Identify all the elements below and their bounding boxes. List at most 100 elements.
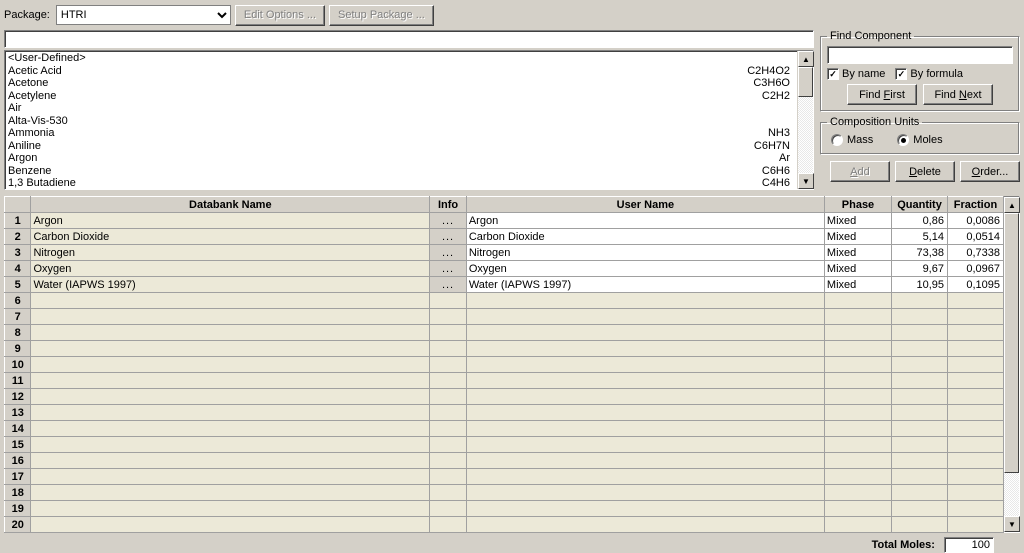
quantity-cell[interactable] xyxy=(892,357,948,373)
table-row[interactable]: 19 xyxy=(5,501,1004,517)
table-row[interactable]: 3Nitrogen...NitrogenMixed73,380,7338 xyxy=(5,245,1004,261)
databank-cell[interactable] xyxy=(31,357,430,373)
quantity-cell[interactable]: 73,38 xyxy=(892,245,948,261)
table-row[interactable]: 18 xyxy=(5,485,1004,501)
info-cell[interactable] xyxy=(430,469,467,485)
databank-cell[interactable] xyxy=(31,437,430,453)
databank-cell[interactable] xyxy=(31,501,430,517)
fraction-cell[interactable]: 0,1095 xyxy=(947,277,1003,293)
quantity-cell[interactable] xyxy=(892,389,948,405)
databank-cell[interactable] xyxy=(31,309,430,325)
phase-cell[interactable]: Mixed xyxy=(824,213,891,229)
table-row[interactable]: 9 xyxy=(5,341,1004,357)
list-item[interactable]: ArgonAr xyxy=(8,152,794,165)
quantity-cell[interactable] xyxy=(892,485,948,501)
fraction-cell[interactable]: 0,7338 xyxy=(947,245,1003,261)
row-number[interactable]: 2 xyxy=(5,229,31,245)
info-cell[interactable] xyxy=(430,421,467,437)
scroll-up-icon[interactable]: ▲ xyxy=(798,51,814,67)
fraction-cell[interactable] xyxy=(947,469,1003,485)
quantity-cell[interactable] xyxy=(892,501,948,517)
row-number[interactable]: 9 xyxy=(5,341,31,357)
user-cell[interactable]: Nitrogen xyxy=(466,245,824,261)
col-phase[interactable]: Phase xyxy=(824,197,891,213)
phase-cell[interactable] xyxy=(824,453,891,469)
table-row[interactable]: 11 xyxy=(5,373,1004,389)
user-cell[interactable] xyxy=(466,501,824,517)
list-item[interactable]: <User-Defined> xyxy=(8,52,794,65)
user-cell[interactable] xyxy=(466,325,824,341)
info-cell[interactable] xyxy=(430,485,467,501)
info-cell[interactable] xyxy=(430,501,467,517)
table-row[interactable]: 12 xyxy=(5,389,1004,405)
col-fraction[interactable]: Fraction xyxy=(947,197,1003,213)
quantity-cell[interactable]: 9,67 xyxy=(892,261,948,277)
list-scrollbar[interactable]: ▲ ▼ xyxy=(797,51,813,189)
info-cell[interactable] xyxy=(430,437,467,453)
user-cell[interactable]: Argon xyxy=(466,213,824,229)
phase-cell[interactable] xyxy=(824,293,891,309)
fraction-cell[interactable]: 0,0514 xyxy=(947,229,1003,245)
col-info[interactable]: Info xyxy=(430,197,467,213)
quantity-cell[interactable] xyxy=(892,517,948,533)
fraction-cell[interactable] xyxy=(947,437,1003,453)
user-cell[interactable] xyxy=(466,389,824,405)
fraction-cell[interactable] xyxy=(947,517,1003,533)
list-item[interactable]: Acetic AcidC2H4O2 xyxy=(8,65,794,78)
user-cell[interactable] xyxy=(466,469,824,485)
user-cell[interactable] xyxy=(466,437,824,453)
fraction-cell[interactable] xyxy=(947,405,1003,421)
fraction-cell[interactable] xyxy=(947,357,1003,373)
databank-cell[interactable] xyxy=(31,325,430,341)
list-item[interactable]: AcetoneC3H6O xyxy=(8,77,794,90)
user-cell[interactable] xyxy=(466,453,824,469)
phase-cell[interactable]: Mixed xyxy=(824,261,891,277)
list-item[interactable]: BenzeneC6H6 xyxy=(8,165,794,178)
phase-cell[interactable]: Mixed xyxy=(824,245,891,261)
scroll-down-icon[interactable]: ▼ xyxy=(798,173,814,189)
table-row[interactable]: 6 xyxy=(5,293,1004,309)
phase-cell[interactable] xyxy=(824,437,891,453)
col-quantity[interactable]: Quantity xyxy=(892,197,948,213)
by-name-checkbox[interactable]: By name xyxy=(827,68,885,80)
list-item[interactable]: AmmoniaNH3 xyxy=(8,127,794,140)
user-cell[interactable] xyxy=(466,517,824,533)
user-cell[interactable] xyxy=(466,341,824,357)
databank-cell[interactable] xyxy=(31,485,430,501)
component-list[interactable]: <User-Defined>Acetic AcidC2H4O2AcetoneC3… xyxy=(4,50,814,190)
user-cell[interactable] xyxy=(466,373,824,389)
databank-cell[interactable] xyxy=(31,373,430,389)
mass-radio[interactable]: Mass xyxy=(831,134,873,146)
row-number[interactable]: 14 xyxy=(5,421,31,437)
delete-button[interactable]: Delete xyxy=(895,161,955,182)
fraction-cell[interactable] xyxy=(947,389,1003,405)
user-cell[interactable] xyxy=(466,357,824,373)
col-rownum[interactable] xyxy=(5,197,31,213)
fraction-cell[interactable] xyxy=(947,341,1003,357)
info-button[interactable]: ... xyxy=(430,277,467,293)
find-first-button[interactable]: Find First xyxy=(847,84,917,105)
phase-cell[interactable]: Mixed xyxy=(824,277,891,293)
phase-cell[interactable] xyxy=(824,309,891,325)
phase-cell[interactable] xyxy=(824,357,891,373)
quantity-cell[interactable] xyxy=(892,437,948,453)
table-row[interactable]: 8 xyxy=(5,325,1004,341)
composition-grid[interactable]: Databank Name Info User Name Phase Quant… xyxy=(4,196,1004,533)
user-cell[interactable]: Carbon Dioxide xyxy=(466,229,824,245)
info-button[interactable]: ... xyxy=(430,213,467,229)
info-cell[interactable] xyxy=(430,341,467,357)
info-button[interactable]: ... xyxy=(430,261,467,277)
databank-cell[interactable]: Oxygen xyxy=(31,261,430,277)
databank-cell[interactable] xyxy=(31,341,430,357)
filter-input[interactable] xyxy=(4,30,814,48)
list-item[interactable]: AcetyleneC2H2 xyxy=(8,90,794,103)
table-row[interactable]: 13 xyxy=(5,405,1004,421)
phase-cell[interactable] xyxy=(824,501,891,517)
col-user[interactable]: User Name xyxy=(466,197,824,213)
row-number[interactable]: 3 xyxy=(5,245,31,261)
row-number[interactable]: 17 xyxy=(5,469,31,485)
package-combo[interactable]: HTRI xyxy=(56,5,231,25)
databank-cell[interactable]: Nitrogen xyxy=(31,245,430,261)
row-number[interactable]: 13 xyxy=(5,405,31,421)
fraction-cell[interactable]: 0,0967 xyxy=(947,261,1003,277)
